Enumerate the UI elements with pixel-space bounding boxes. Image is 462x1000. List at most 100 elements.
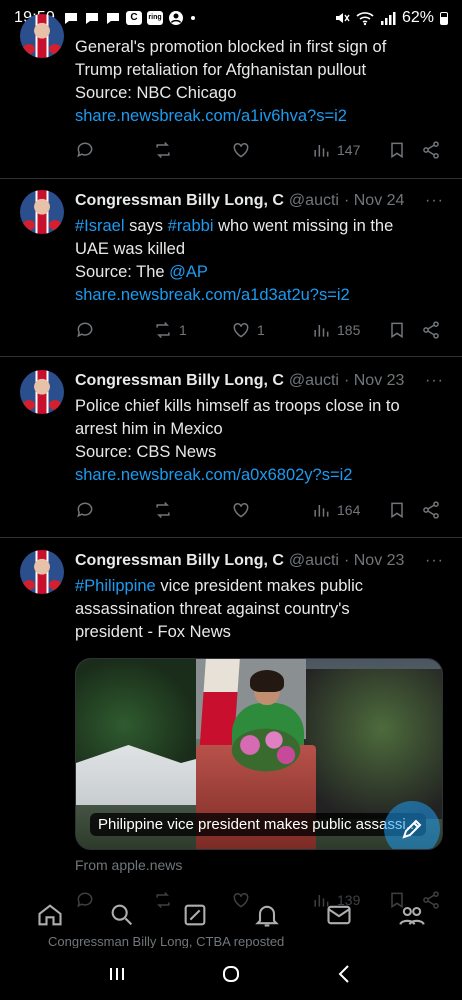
battery-icon (440, 11, 448, 25)
tweet-actions: 1 1 185 (75, 320, 445, 344)
home-icon[interactable] (36, 901, 64, 929)
chat-bubble-icon (107, 13, 120, 24)
tweet-link[interactable]: share.newsbreak.com/a1iv6hva?s=i2 (75, 105, 435, 128)
repost-button[interactable]: 1 (153, 320, 187, 340)
repost-button[interactable] (153, 500, 173, 520)
notifications-icon[interactable] (253, 901, 281, 929)
author-handle[interactable]: @aucti (289, 372, 339, 390)
tweet-text-fragment: says (124, 217, 168, 235)
back-icon[interactable] (333, 962, 357, 986)
tweet-text: General's promotion blocked in first sig… (75, 36, 435, 128)
author-handle[interactable]: @aucti (289, 552, 339, 570)
reply-icon (77, 502, 93, 518)
share-icon (423, 321, 439, 339)
repost-count: 1 (179, 322, 187, 338)
tweet-text-fragment: vice president makes public (155, 577, 363, 595)
like-button[interactable] (231, 500, 251, 520)
dot-icon (191, 16, 196, 20)
tweet-text-line: Trump retaliation for Afghanistan pullou… (75, 61, 367, 79)
more-options-button[interactable]: ··· (425, 192, 444, 210)
divider (0, 356, 462, 357)
bookmark-icon (391, 142, 403, 159)
tweet-date[interactable]: · Nov 23 (344, 372, 404, 390)
tweet-actions: 147 (75, 140, 445, 164)
status-right: 62% (334, 9, 448, 27)
repost-button[interactable] (153, 140, 173, 160)
system-nav-bar (0, 948, 462, 1000)
reply-button[interactable] (75, 320, 95, 340)
author-name[interactable]: Congressman Billy Long, C (75, 372, 284, 390)
more-options-button[interactable]: ··· (425, 552, 444, 570)
mention-link[interactable]: @AP (169, 263, 208, 281)
bookmark-icon (391, 322, 403, 339)
tweet-link[interactable]: share.newsbreak.com/a1d3at2u?s=i2 (75, 284, 435, 307)
grok-icon[interactable] (181, 901, 209, 929)
tweet-text-fragment: Source: The (75, 263, 170, 281)
ring-app-icon: ring (147, 11, 164, 25)
hashtag-link[interactable]: #rabbi (168, 217, 214, 235)
chat-bubble-icon (65, 13, 78, 24)
share-button[interactable] (421, 320, 441, 340)
repost-icon (156, 141, 170, 159)
views-icon (314, 325, 329, 337)
avatar[interactable] (20, 550, 64, 594)
views-button[interactable]: 185 (311, 320, 360, 340)
views-icon (314, 145, 329, 157)
views-button[interactable]: 147 (311, 140, 360, 160)
tweet-text-fragment: who went missing in the (213, 217, 394, 235)
avatar[interactable] (20, 190, 64, 234)
reply-button[interactable] (75, 140, 95, 160)
avatar[interactable] (20, 14, 64, 58)
hashtag-link[interactable]: #Israel (75, 217, 125, 235)
tweet-text-line: assassination threat against country's (75, 600, 350, 618)
share-button[interactable] (421, 140, 441, 160)
compose-icon (402, 819, 422, 839)
tweet-header: Congressman Billy Long, C @aucti · Nov 2… (75, 552, 444, 570)
home-button-icon[interactable] (219, 962, 243, 986)
status-notification-icons: C ring (63, 10, 197, 26)
app-c-icon: C (126, 11, 143, 25)
bookmark-button[interactable] (387, 140, 407, 160)
tweet-date[interactable]: · Nov 23 (344, 552, 404, 570)
reply-button[interactable] (75, 500, 95, 520)
heart-icon (233, 322, 249, 338)
tweet-link[interactable]: share.newsbreak.com/a0x6802y?s=i2 (75, 464, 435, 487)
recent-apps-icon[interactable] (105, 962, 129, 986)
author-name[interactable]: Congressman Billy Long, C (75, 552, 284, 570)
like-count: 1 (257, 322, 265, 338)
bookmark-button[interactable] (387, 320, 407, 340)
like-button[interactable] (231, 140, 251, 160)
author-name[interactable]: Congressman Billy Long, C (75, 192, 284, 210)
reply-icon (77, 322, 93, 338)
author-handle[interactable]: @aucti (289, 192, 339, 210)
bookmark-button[interactable] (387, 500, 407, 520)
tweet-actions: 164 (75, 500, 445, 524)
tweet-text: #Israel says #rabbi who went missing in … (75, 215, 435, 307)
like-button[interactable]: 1 (231, 320, 265, 340)
chat-bubble-icon (86, 13, 99, 24)
tweet-text-line: UAE was killed (75, 240, 186, 258)
tweet-date[interactable]: · Nov 24 (344, 192, 404, 210)
media-card[interactable]: Philippine vice president makes public a… (75, 658, 443, 850)
tweet-text: Police chief kills himself as troops clo… (75, 395, 435, 487)
share-button[interactable] (421, 500, 441, 520)
avatar[interactable] (20, 370, 64, 414)
views-count: 147 (337, 142, 361, 158)
messages-icon[interactable] (325, 901, 353, 929)
tweet-text-line: Source: NBC Chicago (75, 84, 237, 102)
tweet-text-line: president - Fox News (75, 623, 231, 641)
views-button[interactable]: 164 (311, 500, 360, 520)
link-source[interactable]: From apple.news (75, 857, 182, 873)
hashtag-link[interactable]: #Philippine (75, 577, 156, 595)
views-icon (314, 505, 329, 517)
status-bar: 19:59 C ring 62% (0, 0, 462, 36)
reposted-text: Congressman Billy Long, CTBA reposted (48, 934, 285, 948)
search-icon[interactable] (108, 901, 136, 929)
tweet-header: Congressman Billy Long, C @aucti · Nov 2… (75, 192, 444, 210)
views-count: 185 (337, 322, 361, 338)
compose-button[interactable] (384, 801, 440, 849)
repost-icon (156, 321, 170, 339)
more-options-button[interactable]: ··· (425, 372, 444, 390)
heart-icon (233, 502, 249, 518)
communities-icon[interactable] (398, 901, 426, 929)
